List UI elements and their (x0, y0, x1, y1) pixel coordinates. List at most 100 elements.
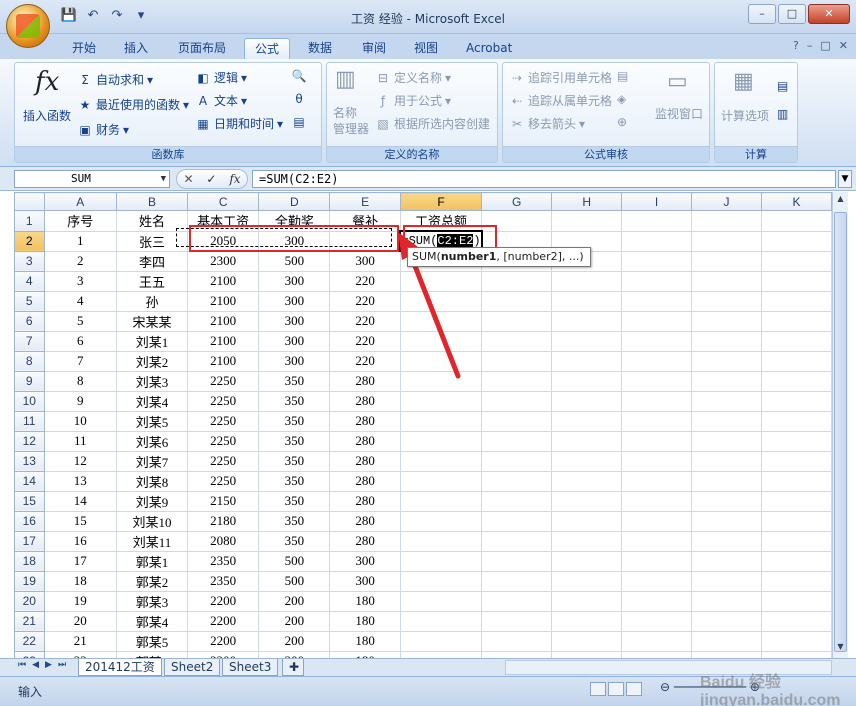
column-header-i[interactable]: I (621, 192, 693, 211)
cell[interactable] (551, 590, 623, 612)
cell[interactable] (691, 230, 762, 252)
cell[interactable]: 2350 (186, 550, 260, 572)
row-header[interactable]: 5 (14, 290, 45, 312)
more-functions-button[interactable]: ▤ (291, 115, 307, 129)
cell[interactable]: 郭某1 (116, 550, 188, 572)
cell[interactable] (760, 350, 832, 372)
cell[interactable] (691, 210, 762, 232)
row-header[interactable]: 9 (14, 370, 45, 392)
cell[interactable] (399, 270, 483, 292)
cell[interactable]: 220 (329, 290, 401, 312)
cell[interactable] (621, 370, 693, 392)
cell[interactable] (691, 470, 762, 492)
cell[interactable]: 郭某4 (116, 610, 188, 632)
cell[interactable] (399, 590, 483, 612)
row-header[interactable]: 19 (14, 570, 45, 592)
cell[interactable] (481, 410, 553, 432)
cell[interactable] (551, 510, 623, 532)
cell[interactable] (551, 570, 623, 592)
cell[interactable] (399, 550, 483, 572)
column-header-f[interactable]: F (399, 192, 483, 211)
cell[interactable]: 3 (43, 270, 117, 292)
cell[interactable]: 300 (258, 350, 331, 372)
cell[interactable] (551, 610, 623, 632)
cell[interactable]: 280 (329, 430, 401, 452)
cell[interactable] (691, 350, 762, 372)
row-header[interactable]: 13 (14, 450, 45, 472)
cell[interactable]: 300 (258, 270, 331, 292)
cell[interactable] (481, 350, 553, 372)
cell[interactable] (621, 410, 693, 432)
cell[interactable]: 郭某3 (116, 590, 188, 612)
cell[interactable]: 2250 (186, 370, 260, 392)
vertical-scrollbar[interactable]: ▲ ▼ (832, 192, 848, 658)
insert-function-fx-icon[interactable]: fx (229, 172, 240, 186)
cell[interactable]: 2200 (186, 610, 260, 632)
cell[interactable] (329, 230, 401, 252)
cell[interactable] (760, 550, 832, 572)
cell[interactable]: 14 (43, 490, 117, 512)
row-header[interactable]: 1 (14, 210, 45, 232)
cell[interactable] (760, 530, 832, 552)
cell[interactable] (691, 490, 762, 512)
row-header[interactable]: 20 (14, 590, 45, 612)
cell[interactable] (760, 290, 832, 312)
cell[interactable] (551, 470, 623, 492)
financial-button[interactable]: ▣ 财务 ▾ (77, 121, 129, 138)
cell[interactable]: 17 (43, 550, 117, 572)
help-icon[interactable]: ? (793, 39, 799, 52)
cell[interactable]: 500 (258, 550, 331, 572)
cell[interactable] (551, 530, 623, 552)
cell[interactable]: 2250 (186, 390, 260, 412)
cell[interactable] (481, 550, 553, 572)
cell[interactable]: 220 (329, 350, 401, 372)
cell[interactable] (481, 470, 553, 492)
name-manager-button[interactable]: 名称 管理器 (333, 105, 369, 137)
cell[interactable]: 2200 (186, 630, 260, 652)
text-button[interactable]: A 文本 ▾ (195, 92, 247, 109)
row-header[interactable]: 2 (14, 230, 45, 252)
cell[interactable] (760, 630, 832, 652)
cell[interactable] (760, 590, 832, 612)
cell[interactable] (481, 210, 553, 232)
cell[interactable]: 姓名 (116, 210, 188, 232)
cell[interactable] (399, 630, 483, 652)
cell[interactable]: 2100 (186, 310, 260, 332)
cell[interactable]: 刘某11 (116, 530, 188, 552)
cell[interactable] (691, 390, 762, 412)
page-break-view-icon[interactable] (626, 682, 642, 696)
trace-precedents-button[interactable]: ⇢ 追踪引用单元格 (509, 69, 612, 86)
cell[interactable]: 刘某4 (116, 390, 188, 412)
cell[interactable] (399, 470, 483, 492)
cell[interactable] (691, 610, 762, 632)
cell[interactable] (481, 430, 553, 452)
row-header[interactable]: 6 (14, 310, 45, 332)
recent-functions-button[interactable]: ★ 最近使用的函数 ▾ (77, 96, 189, 113)
cell[interactable] (760, 250, 832, 272)
cell[interactable]: 350 (258, 450, 331, 472)
cell[interactable]: 刘某1 (116, 330, 188, 352)
cell[interactable] (621, 290, 693, 312)
cell[interactable] (691, 630, 762, 652)
cell[interactable] (481, 530, 553, 552)
column-header-b[interactable]: B (116, 192, 188, 211)
column-header-c[interactable]: C (186, 192, 260, 211)
cell[interactable]: 郭某5 (116, 630, 188, 652)
cell[interactable] (621, 490, 693, 512)
cell[interactable]: 2350 (186, 570, 260, 592)
name-box-dropdown-icon[interactable]: ▼ (161, 171, 166, 187)
expand-formula-bar-icon[interactable]: ▼ (838, 170, 852, 188)
cell[interactable] (551, 430, 623, 452)
cell[interactable] (481, 390, 553, 412)
cell[interactable]: 2300 (186, 250, 260, 272)
tab-data[interactable]: 数据 (298, 38, 342, 59)
cell[interactable]: 郭某2 (116, 570, 188, 592)
insert-function-button[interactable]: 插入函数 (23, 107, 71, 124)
cell[interactable] (760, 450, 832, 472)
cell[interactable]: 孙 (116, 290, 188, 312)
cell[interactable] (621, 210, 693, 232)
sheet-tab-sheet2[interactable]: Sheet2 (164, 659, 221, 676)
cell[interactable]: 2250 (186, 450, 260, 472)
cell[interactable] (760, 390, 832, 412)
cell[interactable]: 220 (329, 330, 401, 352)
